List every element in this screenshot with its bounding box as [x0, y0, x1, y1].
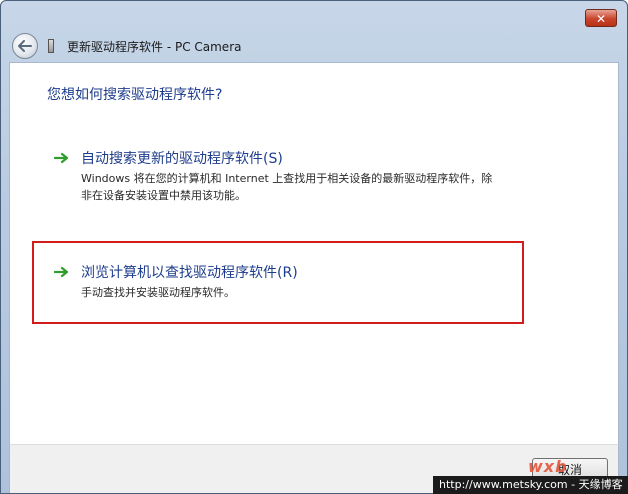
close-button[interactable]: ✕: [585, 9, 617, 27]
option-auto-search-title[interactable]: 自动搜索更新的驱动程序软件(S): [81, 148, 283, 168]
window-title: 更新驱动程序软件 - PC Camera: [67, 40, 242, 54]
close-icon: ✕: [595, 12, 607, 26]
back-button[interactable]: [12, 33, 38, 59]
dialog-content: 您想如何搜索驱动程序软件? 自动搜索更新的驱动程序软件(S) Windows 将…: [9, 62, 619, 444]
page-heading: 您想如何搜索驱动程序软件?: [47, 87, 223, 103]
back-arrow-icon: [18, 40, 32, 52]
option-auto-search-description: Windows 将在您的计算机和 Internet 上查找用于相关设备的最新驱动…: [81, 172, 493, 202]
driver-update-dialog: ✕ 更新驱动程序软件 - PC Camera 您想如何搜索驱动程序软件? 自动搜…: [0, 0, 628, 494]
device-icon: [48, 39, 54, 53]
green-arrow-icon: [54, 152, 69, 164]
watermark-logo: wxb: [528, 457, 568, 476]
highlight-annotation-box: [32, 241, 524, 324]
watermark-url: http://www.metsky.com - 天缘博客: [433, 476, 628, 494]
